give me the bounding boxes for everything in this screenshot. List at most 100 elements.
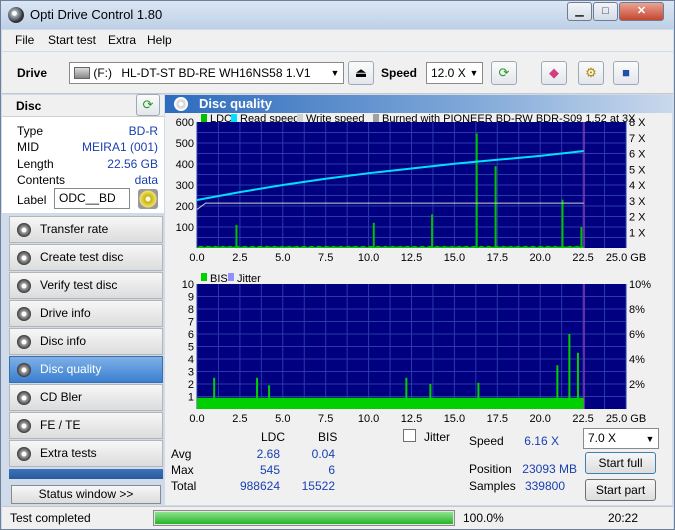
y2-tick-label: 3 X	[629, 196, 646, 208]
stats-avg-label: Avg	[171, 447, 192, 461]
nav-disc-quality[interactable]: Disc quality	[9, 356, 163, 383]
x-tick-label: 25.0 GB	[606, 413, 646, 425]
x-tick-label: 20.0	[529, 413, 550, 425]
disc-icon	[17, 251, 31, 265]
x-tick-label: 22.5	[572, 413, 593, 425]
x-tick-label: 22.5	[572, 252, 593, 264]
y2-tick-label: 8%	[629, 304, 645, 316]
y2-tick-label: 7 X	[629, 133, 646, 145]
chevron-down-icon: ▼	[645, 434, 655, 444]
menu-bar: File Start test Extra Help	[2, 30, 673, 51]
menu-start-test[interactable]: Start test	[48, 33, 96, 47]
disc-contents-value: data	[134, 173, 158, 187]
start-part-button[interactable]: Start part	[585, 479, 656, 501]
legend-swatch-3	[373, 114, 379, 122]
disc-icon	[17, 307, 31, 321]
speed-label: Speed	[381, 66, 418, 80]
disc-type-label: Type	[17, 124, 44, 138]
legend-label-3: Burned with PIONEER BD-RW BDR-S09 1.52 a…	[382, 113, 636, 125]
y-tick-label: 6	[188, 329, 194, 341]
settings-button[interactable]: ⚙	[578, 61, 604, 85]
nav-label: Transfer rate	[40, 222, 109, 236]
x-tick-label: 12.5	[401, 252, 422, 264]
disc-icon[interactable]	[138, 189, 158, 209]
nav-label: FE / TE	[40, 418, 81, 432]
close-button[interactable]: ✕	[619, 2, 664, 21]
x-tick-label: 7.5	[318, 252, 333, 264]
nav-verify-test-disc[interactable]: Verify test disc	[9, 272, 163, 299]
nav-create-test-disc[interactable]: Create test disc	[9, 244, 163, 271]
speed-readout-label: Speed	[469, 434, 504, 448]
refresh-disc-button[interactable]: ⟳	[136, 94, 160, 116]
speed-select-value: 12.0 X	[431, 66, 466, 80]
menu-extra[interactable]: Extra	[108, 33, 136, 47]
menu-file[interactable]: File	[15, 33, 34, 47]
status-bar: Test completed 100.0% 20:22	[2, 506, 673, 529]
x-tick-label: 15.0	[444, 413, 465, 425]
status-window-button[interactable]: Status window >>	[11, 485, 161, 504]
samples-label: Samples	[469, 479, 516, 493]
save-button[interactable]: ■	[613, 61, 639, 85]
nav-cd-bler[interactable]: CD Bler	[9, 384, 163, 411]
progress-fill	[155, 512, 453, 524]
legend-label-bis: BIS	[210, 273, 228, 285]
stats-avg-bis: 0.04	[311, 447, 335, 461]
y2-tick-label: 6%	[629, 329, 645, 341]
stats-total-label: Total	[171, 479, 197, 493]
nav-transfer-rate[interactable]: Transfer rate	[9, 216, 163, 243]
minimize-button[interactable]: ▁	[567, 2, 592, 21]
app-disc-icon	[8, 7, 24, 23]
legend-label-1: Read speed	[240, 113, 299, 125]
x-tick-label: 0.0	[189, 413, 204, 425]
legend-swatch-1	[231, 114, 237, 122]
y2-tick-label: 4%	[629, 354, 645, 366]
refresh-icon: ⟳	[142, 97, 154, 112]
disc-icon	[17, 223, 31, 237]
x-tick-label: 7.5	[318, 413, 333, 425]
disc-header: Disc ⟳	[2, 94, 164, 117]
stats-avg-ldc: 2.68	[256, 447, 280, 461]
y-tick-label: 10	[182, 279, 194, 291]
test-speed-value: 7.0 X	[588, 431, 617, 445]
y-tick-label: 100	[176, 222, 194, 234]
window-title: Opti Drive Control 1.80	[30, 7, 163, 22]
x-tick-label: 5.0	[275, 413, 290, 425]
maximize-button[interactable]: □	[593, 2, 618, 21]
drive-select[interactable]: (F:) HL-DT-ST BD-RE WH16NS58 1.V1 ▼	[69, 62, 344, 84]
menu-help[interactable]: Help	[147, 33, 172, 47]
disc-icon	[17, 335, 31, 349]
x-tick-label: 2.5	[232, 252, 247, 264]
disc-heading: Disc	[16, 99, 42, 113]
refresh-speed-button[interactable]: ⟳	[491, 61, 517, 85]
y-tick-label: 7	[188, 317, 194, 329]
nav-extra-tests[interactable]: Extra tests	[9, 440, 163, 467]
sidebar: Disc ⟳ Type BD-R MID MEIRA1 (001) Length…	[2, 94, 164, 505]
nav-drive-info[interactable]: Drive info	[9, 300, 163, 327]
nav-label: Verify test disc	[40, 278, 118, 292]
x-tick-label: 10.0	[358, 413, 379, 425]
stats-total-bis: 15522	[301, 479, 335, 493]
erase-button[interactable]: ◆	[541, 61, 567, 85]
y2-tick-label: 2 X	[629, 212, 646, 224]
title-bar: Opti Drive Control 1.80 ▁ □ ✕	[1, 1, 674, 29]
legend-swatch-jitter	[228, 273, 234, 281]
eject-button[interactable]: ⏏	[348, 61, 374, 85]
y-tick-label: 5	[188, 342, 194, 354]
disc-quality-panel: Disc quality LDC Read speed Write speed Bur…	[165, 95, 672, 505]
start-full-button[interactable]: Start full	[585, 452, 656, 474]
speed-select[interactable]: 12.0 X ▼	[426, 62, 483, 84]
nav-fe-te[interactable]: FE / TE	[9, 412, 163, 439]
disc-length-value: 22.56 GB	[107, 157, 158, 171]
gear-icon: ⚙	[585, 65, 597, 80]
drive-icon	[74, 67, 90, 79]
disc-type-value: BD-R	[128, 124, 158, 138]
status-text: Test completed	[10, 511, 91, 525]
disc-label-field[interactable]: ODC__BD	[54, 188, 130, 209]
disc-mid-label: MID	[17, 140, 39, 154]
disc-icon	[17, 391, 31, 405]
test-speed-select[interactable]: 7.0 X ▼	[583, 428, 659, 449]
jitter-checkbox[interactable]	[403, 429, 416, 442]
legend-label-2: Write speed	[306, 113, 365, 125]
nav-disc-info[interactable]: Disc info	[9, 328, 163, 355]
y2-tick-label: 6 X	[629, 149, 646, 161]
